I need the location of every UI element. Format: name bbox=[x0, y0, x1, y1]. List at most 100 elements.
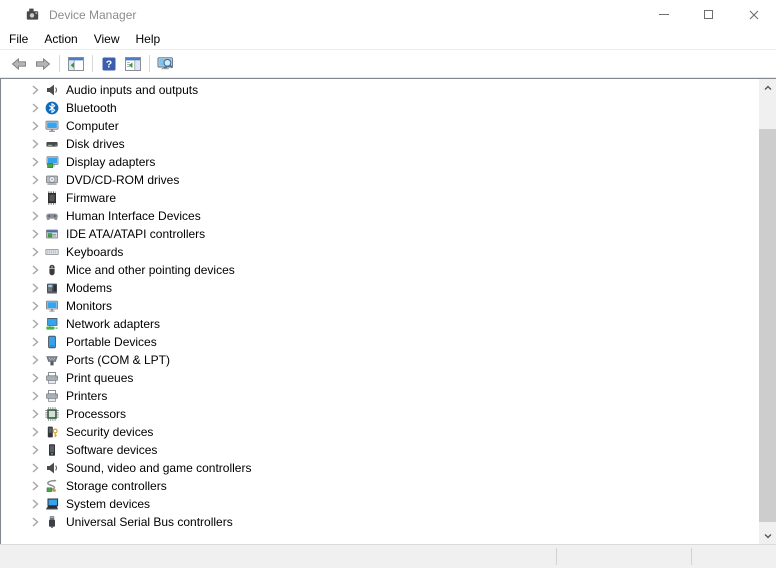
menu-bar: File Action View Help bbox=[0, 29, 776, 50]
tree-item-portable-devices[interactable]: Portable Devices bbox=[1, 333, 760, 351]
tree-item-system-devices[interactable]: System devices bbox=[1, 495, 760, 513]
tree-item-mice-and-other-pointing-devices[interactable]: Mice and other pointing devices bbox=[1, 261, 760, 279]
chevron-right-icon[interactable] bbox=[29, 408, 41, 420]
tree-item-label: Processors bbox=[66, 407, 126, 421]
tree-item-software-devices[interactable]: Software devices bbox=[1, 441, 760, 459]
tree-item-label: Storage controllers bbox=[66, 479, 167, 493]
chevron-right-icon[interactable] bbox=[29, 426, 41, 438]
tree-item-disk-drives[interactable]: Disk drives bbox=[1, 135, 760, 153]
tree-item-label: Software devices bbox=[66, 443, 157, 457]
tree-item-ports-com-lpt[interactable]: Ports (COM & LPT) bbox=[1, 351, 760, 369]
show-console-tree-button[interactable] bbox=[64, 52, 88, 76]
chevron-right-icon[interactable] bbox=[29, 138, 41, 150]
tree-item-label: Ports (COM & LPT) bbox=[66, 353, 170, 367]
help-button[interactable] bbox=[97, 52, 121, 76]
chevron-right-icon[interactable] bbox=[29, 462, 41, 474]
vertical-scrollbar[interactable] bbox=[759, 79, 776, 544]
chevron-right-icon[interactable] bbox=[29, 120, 41, 132]
tree-item-monitors[interactable]: Monitors bbox=[1, 297, 760, 315]
chevron-right-icon[interactable] bbox=[29, 300, 41, 312]
back-button[interactable] bbox=[7, 52, 31, 76]
scrollbar-up-button[interactable] bbox=[759, 79, 776, 96]
bluetooth-icon bbox=[45, 101, 59, 115]
tree-item-network-adapters[interactable]: Network adapters bbox=[1, 315, 760, 333]
tree-item-security-devices[interactable]: Security devices bbox=[1, 423, 760, 441]
show-action-pane-button[interactable] bbox=[121, 52, 145, 76]
chevron-right-icon[interactable] bbox=[29, 192, 41, 204]
monitor-icon bbox=[45, 299, 59, 313]
chevron-right-icon[interactable] bbox=[29, 246, 41, 258]
scrollbar-thumb[interactable] bbox=[759, 129, 776, 522]
tree-item-display-adapters[interactable]: Display adapters bbox=[1, 153, 760, 171]
forward-button[interactable] bbox=[31, 52, 55, 76]
title-bar: Device Manager bbox=[0, 0, 776, 29]
chevron-right-icon[interactable] bbox=[29, 174, 41, 186]
modem-icon bbox=[45, 281, 59, 295]
tree-item-label: Portable Devices bbox=[66, 335, 157, 349]
chevron-right-icon[interactable] bbox=[29, 318, 41, 330]
tree-item-dvd-cd-rom-drives[interactable]: DVD/CD-ROM drives bbox=[1, 171, 760, 189]
system-device-icon bbox=[45, 497, 59, 511]
tree-item-modems[interactable]: Modems bbox=[1, 279, 760, 297]
chevron-right-icon[interactable] bbox=[29, 336, 41, 348]
tree-item-sound-video-and-game-controllers[interactable]: Sound, video and game controllers bbox=[1, 459, 760, 477]
help-icon bbox=[101, 57, 117, 71]
chevron-right-icon[interactable] bbox=[29, 228, 41, 240]
network-adapter-icon bbox=[45, 317, 59, 331]
menu-file[interactable]: File bbox=[9, 30, 36, 48]
menu-help[interactable]: Help bbox=[128, 30, 169, 48]
chevron-right-icon[interactable] bbox=[29, 210, 41, 222]
tree-item-universal-serial-bus-controllers[interactable]: Universal Serial Bus controllers bbox=[1, 513, 760, 531]
close-button[interactable] bbox=[731, 0, 776, 29]
window-controls bbox=[641, 0, 776, 29]
portable-device-icon bbox=[45, 335, 59, 349]
chevron-right-icon[interactable] bbox=[29, 264, 41, 276]
tree-item-keyboards[interactable]: Keyboards bbox=[1, 243, 760, 261]
toolbar-separator bbox=[59, 55, 60, 72]
device-tree-panel: Audio inputs and outputs Bluetooth Compu… bbox=[0, 78, 776, 544]
chevron-down-icon bbox=[763, 531, 773, 541]
chevron-right-icon[interactable] bbox=[29, 354, 41, 366]
software-device-icon bbox=[45, 443, 59, 457]
tree-item-label: Printers bbox=[66, 389, 107, 403]
chevron-right-icon[interactable] bbox=[29, 498, 41, 510]
chevron-right-icon[interactable] bbox=[29, 390, 41, 402]
forward-icon bbox=[35, 57, 51, 71]
tree-item-print-queues[interactable]: Print queues bbox=[1, 369, 760, 387]
menu-action[interactable]: Action bbox=[36, 30, 85, 48]
chevron-right-icon[interactable] bbox=[29, 480, 41, 492]
tree-item-firmware[interactable]: Firmware bbox=[1, 189, 760, 207]
tree-item-label: Display adapters bbox=[66, 155, 155, 169]
tree-item-label: Mice and other pointing devices bbox=[66, 263, 235, 277]
keyboard-icon bbox=[45, 245, 59, 259]
chevron-right-icon[interactable] bbox=[29, 372, 41, 384]
chevron-right-icon[interactable] bbox=[29, 156, 41, 168]
tree-item-human-interface-devices[interactable]: Human Interface Devices bbox=[1, 207, 760, 225]
tree-item-label: Sound, video and game controllers bbox=[66, 461, 251, 475]
close-icon bbox=[749, 10, 759, 20]
chevron-right-icon[interactable] bbox=[29, 102, 41, 114]
ide-controller-icon bbox=[45, 227, 59, 241]
status-bar-divider bbox=[556, 548, 557, 565]
tree-item-bluetooth[interactable]: Bluetooth bbox=[1, 99, 760, 117]
tree-item-label: Bluetooth bbox=[66, 101, 117, 115]
menu-view[interactable]: View bbox=[86, 30, 128, 48]
tree-item-storage-controllers[interactable]: Storage controllers bbox=[1, 477, 760, 495]
tree-item-printers[interactable]: Printers bbox=[1, 387, 760, 405]
status-bar bbox=[0, 544, 776, 568]
maximize-button[interactable] bbox=[686, 0, 731, 29]
tree-item-audio-inputs-and-outputs[interactable]: Audio inputs and outputs bbox=[1, 81, 760, 99]
display-adapter-icon bbox=[45, 155, 59, 169]
tree-item-label: Network adapters bbox=[66, 317, 160, 331]
chevron-right-icon[interactable] bbox=[29, 444, 41, 456]
scan-for-hardware-changes-button[interactable] bbox=[154, 52, 178, 76]
tree-item-ide-ata-atapi-controllers[interactable]: IDE ATA/ATAPI controllers bbox=[1, 225, 760, 243]
chevron-right-icon[interactable] bbox=[29, 282, 41, 294]
chevron-right-icon[interactable] bbox=[29, 516, 41, 528]
tree-item-computer[interactable]: Computer bbox=[1, 117, 760, 135]
firmware-icon bbox=[45, 191, 59, 205]
scrollbar-down-button[interactable] bbox=[759, 527, 776, 544]
minimize-button[interactable] bbox=[641, 0, 686, 29]
tree-item-processors[interactable]: Processors bbox=[1, 405, 760, 423]
chevron-right-icon[interactable] bbox=[29, 84, 41, 96]
